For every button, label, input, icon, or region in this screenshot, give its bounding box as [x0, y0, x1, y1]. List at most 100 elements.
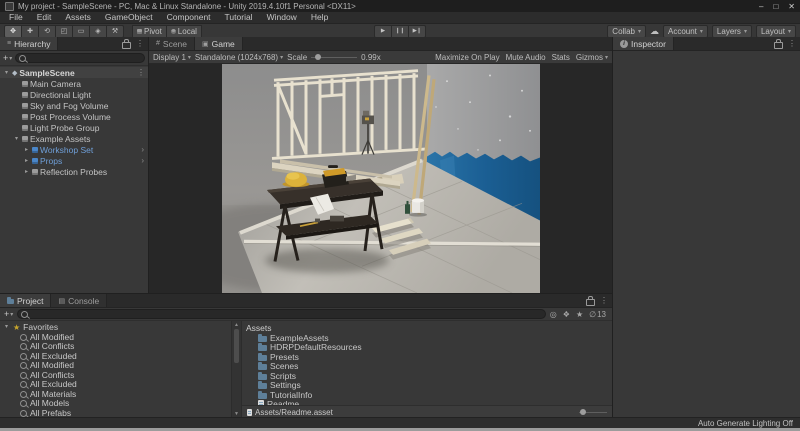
gizmos-button[interactable]: Gizmos▾ [576, 53, 608, 62]
tab-game[interactable]: ▣ Game [195, 37, 243, 50]
hierarchy-item-sky-and-fog-volume[interactable]: Sky and Fog Volume [0, 100, 148, 111]
pause-button[interactable]: ❙❙ [392, 25, 409, 38]
chevron-down-icon: ▾ [605, 54, 608, 61]
hidden-packages-count[interactable]: ∅ 13 [589, 310, 606, 319]
menu-edit[interactable]: Edit [30, 12, 59, 23]
scrollbar-thumb[interactable] [234, 329, 239, 363]
tab-inspector[interactable]: i Inspector [613, 37, 674, 50]
hierarchy-item-example-assets[interactable]: ▾Example Assets [0, 133, 148, 144]
asset-folder-tutorialinfo[interactable]: TutorialInfo [246, 390, 612, 400]
status-bar: Auto Generate Lighting Off [0, 417, 800, 428]
scale-tool[interactable]: ◰ [56, 25, 73, 38]
asset-folder-presets[interactable]: Presets [246, 352, 612, 362]
menu-gameobject[interactable]: GameObject [98, 12, 160, 23]
gizmos-label: Gizmos [576, 53, 603, 62]
panel-menu-icon[interactable]: ⋮ [788, 39, 796, 48]
item-label: Directional Light [30, 90, 91, 100]
collab-dropdown[interactable]: Collab ▾ [607, 25, 646, 38]
cloud-icon[interactable]: ☁ [650, 26, 659, 37]
item-menu-icon[interactable]: ⋮ [137, 68, 145, 77]
search-by-type-icon[interactable]: ◎ [550, 310, 557, 319]
lighting-status-text[interactable]: Auto Generate Lighting Off [698, 419, 793, 428]
chevron-down-icon: ▾ [744, 28, 747, 35]
search-by-label-icon[interactable]: ❖ [563, 310, 570, 319]
close-button[interactable]: ✕ [788, 2, 795, 11]
hierarchy-item-workshop-set[interactable]: ▸Workshop Set› [0, 144, 148, 155]
tab-scene[interactable]: # Scene [149, 37, 195, 50]
project-search-input[interactable] [30, 310, 542, 318]
expander-icon[interactable]: ▾ [3, 69, 10, 76]
project-tab-label: Project [17, 296, 43, 306]
maximize-on-play-button[interactable]: Maximize On Play [435, 53, 499, 62]
asset-folder-exampleassets[interactable]: ExampleAssets [246, 333, 612, 343]
maximize-button[interactable]: □ [773, 2, 778, 11]
tab-console[interactable]: ▤ Console [51, 294, 107, 307]
menu-tutorial[interactable]: Tutorial [218, 12, 260, 23]
resolution-dropdown[interactable]: Standalone (1024x768) ▾ [195, 53, 283, 62]
project-search[interactable] [17, 309, 546, 319]
rect-tool[interactable]: ▭ [73, 25, 90, 38]
hierarchy-search-input[interactable] [28, 54, 141, 62]
stats-button[interactable]: Stats [552, 53, 570, 62]
rotate-tool[interactable]: ⟲ [39, 25, 56, 38]
game-viewport[interactable] [149, 64, 612, 293]
menu-help[interactable]: Help [304, 12, 335, 23]
save-search-icon[interactable]: ★ [576, 310, 583, 319]
expander-icon[interactable]: ▸ [23, 168, 30, 175]
tab-hierarchy[interactable]: ≡ Hierarchy [0, 37, 58, 50]
menu-window[interactable]: Window [260, 12, 304, 23]
hierarchy-create-button[interactable]: + ▾ [3, 53, 12, 63]
vertical-scrollbar[interactable]: ▲ ▼ [231, 321, 241, 418]
menu-file[interactable]: File [2, 12, 30, 23]
lock-icon[interactable] [586, 299, 595, 306]
expander-icon[interactable]: ▸ [23, 146, 30, 153]
asset-folder-scenes[interactable]: Scenes [246, 362, 612, 372]
hierarchy-item-post-process-volume[interactable]: Post Process Volume [0, 111, 148, 122]
lock-icon[interactable] [774, 42, 783, 49]
display-dropdown[interactable]: Display 1 ▾ [153, 53, 191, 62]
scale-slider[interactable] [311, 57, 357, 58]
move-tool[interactable]: ✚ [22, 25, 39, 38]
account-dropdown[interactable]: Account ▾ [663, 25, 708, 38]
transform-tool[interactable]: ◈ [90, 25, 107, 38]
thumbnail-size-slider[interactable] [579, 412, 607, 413]
hierarchy-icon: ≡ [7, 40, 11, 47]
scale-value: 0.99x [361, 53, 381, 62]
hierarchy-item-props[interactable]: ▸Props› [0, 155, 148, 166]
hierarchy-search[interactable] [15, 53, 145, 63]
hierarchy-item-reflection-probes[interactable]: ▸Reflection Probes [0, 166, 148, 177]
expander-icon[interactable]: ▾ [3, 323, 10, 333]
prefab-open-chevron-icon[interactable]: › [141, 145, 145, 154]
asset-folder-hdrpdefaultresources[interactable]: HDRPDefaultResources [246, 343, 612, 353]
play-button[interactable]: ▶ [374, 25, 392, 38]
layout-dropdown[interactable]: Layout ▾ [756, 25, 796, 38]
hierarchy-item-directional-light[interactable]: Directional Light [0, 89, 148, 100]
hierarchy-item-light-probe-group[interactable]: Light Probe Group [0, 122, 148, 133]
title-bar: My project - SampleScene - PC, Mac & Lin… [0, 0, 800, 12]
hierarchy-item-samplescene[interactable]: ▾◆SampleScene⋮ [0, 67, 148, 78]
pivot-toggle[interactable]: Pivot [132, 25, 167, 38]
panel-menu-icon[interactable]: ⋮ [136, 39, 144, 48]
scroll-up-icon[interactable]: ▲ [234, 322, 239, 328]
custom-tool[interactable]: ⚒ [107, 25, 124, 38]
expander-icon[interactable]: ▸ [23, 157, 30, 164]
tab-project[interactable]: Project [0, 294, 51, 307]
minimize-button[interactable]: – [759, 2, 763, 11]
asset-folder-settings[interactable]: Settings [246, 381, 612, 391]
step-button[interactable]: ▶❙ [409, 25, 426, 38]
prefab-open-chevron-icon[interactable]: › [141, 156, 145, 165]
hand-tool[interactable]: ✥ [4, 25, 22, 38]
project-create-button[interactable]: + ▾ [4, 309, 13, 319]
lock-icon[interactable] [122, 42, 131, 49]
local-toggle[interactable]: Local [167, 25, 202, 38]
layers-dropdown[interactable]: Layers ▾ [712, 25, 752, 38]
asset-folder-scripts[interactable]: Scripts [246, 371, 612, 381]
slider-knob[interactable] [580, 409, 586, 415]
expander-icon[interactable]: ▾ [13, 135, 20, 142]
slider-knob[interactable] [315, 54, 321, 60]
hierarchy-item-main-camera[interactable]: Main Camera [0, 78, 148, 89]
panel-menu-icon[interactable]: ⋮ [600, 296, 608, 305]
mute-audio-button[interactable]: Mute Audio [506, 53, 546, 62]
menu-assets[interactable]: Assets [58, 12, 98, 23]
menu-component[interactable]: Component [160, 12, 218, 23]
